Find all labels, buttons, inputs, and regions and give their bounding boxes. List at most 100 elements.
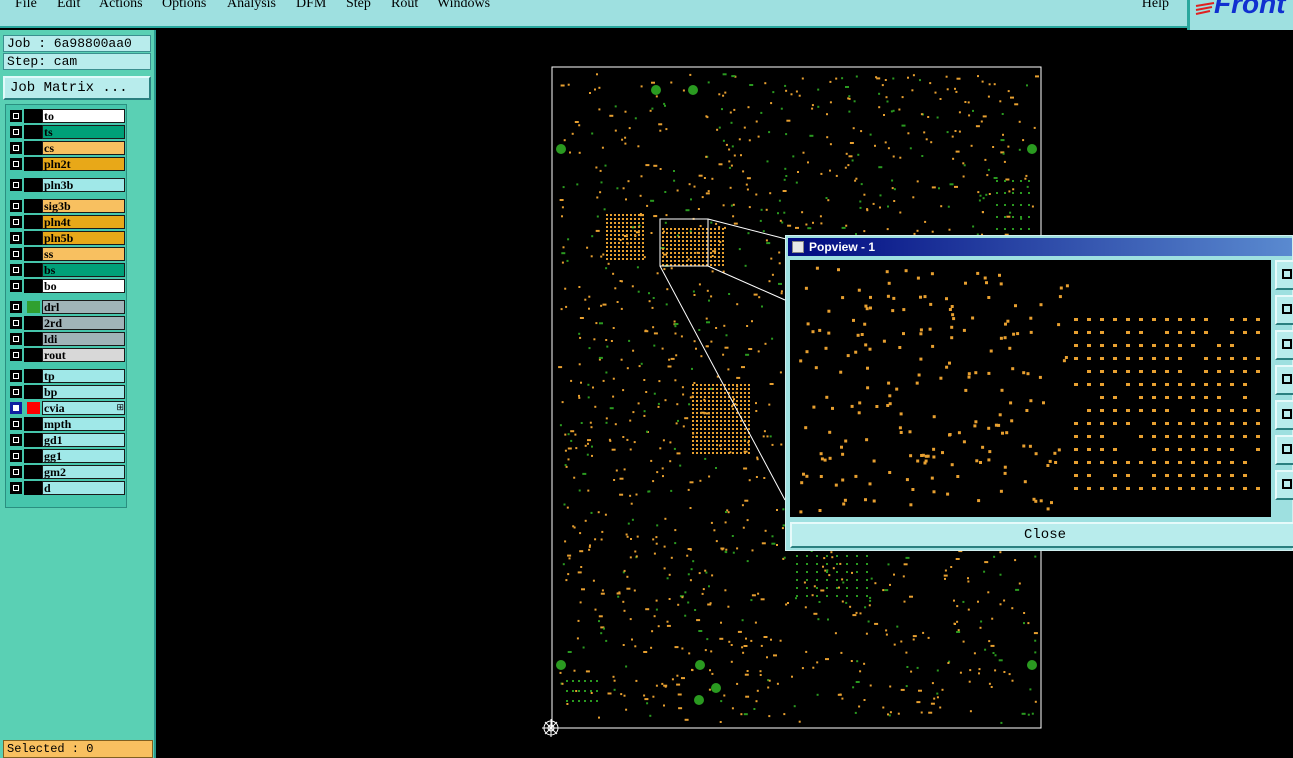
layer-name[interactable]: gd1 xyxy=(42,433,125,447)
layer-name[interactable]: sig3b xyxy=(42,199,125,213)
layer-name[interactable]: pln5b xyxy=(42,231,125,245)
layer-row-ts[interactable]: ts xyxy=(8,125,126,139)
layer-color-swatch[interactable] xyxy=(27,301,40,313)
layer-row-pln2t[interactable]: pln2t xyxy=(8,157,126,171)
layer-color-swatch[interactable] xyxy=(24,247,42,261)
job-matrix-button[interactable]: Job Matrix ... xyxy=(3,76,151,100)
layer-color-swatch[interactable] xyxy=(24,215,42,229)
close-button[interactable]: Close xyxy=(790,522,1293,548)
layer-checkbox[interactable] xyxy=(10,126,22,138)
layer-name[interactable]: pln3b xyxy=(42,178,125,192)
layer-row-pln4t[interactable]: pln4t xyxy=(8,215,126,229)
menu-analysis[interactable]: Analysis xyxy=(227,0,276,12)
menu-windows[interactable]: Windows xyxy=(437,0,490,12)
layer-color-swatch[interactable] xyxy=(24,316,42,330)
layer-name[interactable]: rout xyxy=(42,348,125,362)
layer-name[interactable]: bo xyxy=(42,279,125,293)
popview-tool-button[interactable] xyxy=(1275,470,1293,500)
layer-color-swatch[interactable] xyxy=(24,348,42,362)
layer-color-swatch[interactable] xyxy=(24,231,42,245)
layer-checkbox[interactable] xyxy=(10,232,22,244)
layer-row-rout[interactable]: rout xyxy=(8,348,126,362)
layer-name[interactable]: mpth xyxy=(42,417,125,431)
layer-checkbox[interactable] xyxy=(10,110,22,122)
layer-row-gd1[interactable]: gd1 xyxy=(8,433,126,447)
layer-color-swatch[interactable] xyxy=(24,433,42,447)
menu-actions[interactable]: Actions xyxy=(99,0,143,12)
popview-canvas[interactable] xyxy=(790,260,1271,517)
layer-checkbox[interactable] xyxy=(10,248,22,260)
layer-checkbox[interactable] xyxy=(10,349,22,361)
layer-name[interactable]: drl xyxy=(42,300,125,314)
layer-name[interactable]: tp xyxy=(42,369,125,383)
layer-row-pln5b[interactable]: pln5b xyxy=(8,231,126,245)
layer-name[interactable]: ts xyxy=(42,125,125,139)
menu-options[interactable]: Options xyxy=(162,0,206,12)
layer-row-bs[interactable]: bs xyxy=(8,263,126,277)
layer-color-swatch[interactable] xyxy=(24,178,42,192)
layer-checkbox[interactable] xyxy=(10,142,22,154)
layer-row-gg1[interactable]: gg1 xyxy=(8,449,126,463)
popview-tool-button[interactable] xyxy=(1275,435,1293,465)
layer-color-swatch[interactable] xyxy=(24,109,42,123)
popview-tool-button[interactable] xyxy=(1275,400,1293,430)
menu-edit[interactable]: Edit xyxy=(57,0,80,12)
layer-color-swatch[interactable] xyxy=(24,279,42,293)
menu-step[interactable]: Step xyxy=(346,0,371,12)
layer-checkbox[interactable] xyxy=(10,482,22,494)
layer-color-swatch[interactable] xyxy=(24,369,42,383)
layer-row-cvia[interactable]: cvia ⊞ xyxy=(8,401,126,415)
layer-row-ss[interactable]: ss xyxy=(8,247,126,261)
layer-checkbox[interactable] xyxy=(10,370,22,382)
layer-name[interactable]: ss xyxy=(42,247,125,261)
popview-window[interactable]: Popview - 1 Close xyxy=(785,235,1293,551)
layer-color-swatch[interactable] xyxy=(24,481,42,495)
layer-name[interactable]: bp xyxy=(42,385,125,399)
layer-name[interactable]: cs xyxy=(42,141,125,155)
layer-row-cs[interactable]: cs xyxy=(8,141,126,155)
layer-name[interactable]: gg1 xyxy=(42,449,125,463)
menu-help[interactable]: Help xyxy=(1142,0,1169,12)
layer-row-tp[interactable]: tp xyxy=(8,369,126,383)
layer-checkbox[interactable] xyxy=(10,386,22,398)
layer-name[interactable]: to xyxy=(42,109,125,123)
layer-row-d[interactable]: d xyxy=(8,481,126,495)
layer-checkbox[interactable] xyxy=(10,434,22,446)
layer-checkbox[interactable] xyxy=(10,216,22,228)
layer-checkbox[interactable] xyxy=(10,200,22,212)
menu-file[interactable]: File xyxy=(15,0,37,12)
layer-row-bp[interactable]: bp xyxy=(8,385,126,399)
layer-row-gm2[interactable]: gm2 xyxy=(8,465,126,479)
popview-tool-button[interactable] xyxy=(1275,260,1293,290)
layer-name[interactable]: ldi xyxy=(42,332,125,346)
layer-color-swatch[interactable] xyxy=(24,385,42,399)
layer-checkbox[interactable] xyxy=(10,317,22,329)
layer-row-2rd[interactable]: 2rd xyxy=(8,316,126,330)
layer-checkbox[interactable] xyxy=(10,280,22,292)
layer-checkbox[interactable] xyxy=(10,450,22,462)
popview-tool-button[interactable] xyxy=(1275,365,1293,395)
layer-name[interactable]: cvia xyxy=(42,401,125,415)
layer-name[interactable]: pln4t xyxy=(42,215,125,229)
layer-color-swatch[interactable] xyxy=(24,263,42,277)
layer-color-swatch[interactable] xyxy=(24,157,42,171)
popview-tool-button[interactable] xyxy=(1275,330,1293,360)
layer-name[interactable]: pln2t xyxy=(42,157,125,171)
layer-checkbox[interactable] xyxy=(10,264,22,276)
layer-checkbox[interactable] xyxy=(10,333,22,345)
menu-dfm[interactable]: DFM xyxy=(296,0,326,12)
layer-color-swatch[interactable] xyxy=(24,449,42,463)
layer-row-ldi[interactable]: ldi xyxy=(8,332,126,346)
menu-rout[interactable]: Rout xyxy=(391,0,418,12)
layer-color-swatch[interactable] xyxy=(24,465,42,479)
layer-checkbox[interactable] xyxy=(10,466,22,478)
layer-row-to[interactable]: to xyxy=(8,109,126,123)
layer-checkbox[interactable] xyxy=(10,158,22,170)
popview-titlebar[interactable]: Popview - 1 xyxy=(788,238,1292,256)
layer-color-swatch[interactable] xyxy=(24,199,42,213)
layer-color-swatch[interactable] xyxy=(27,402,40,414)
popview-tool-button[interactable] xyxy=(1275,295,1293,325)
layer-name[interactable]: d xyxy=(42,481,125,495)
layer-checkbox[interactable] xyxy=(10,301,22,313)
layer-name[interactable]: 2rd xyxy=(42,316,125,330)
